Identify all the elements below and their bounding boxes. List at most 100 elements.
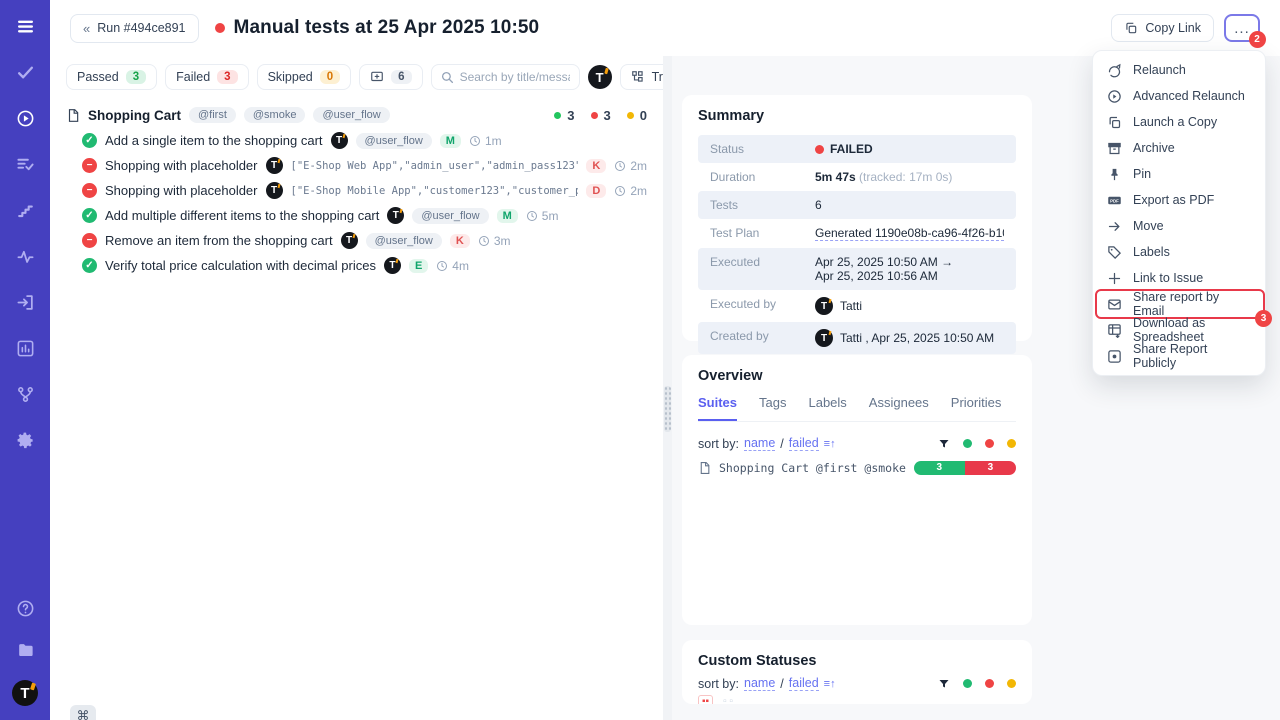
panel-splitter[interactable] [663,56,672,720]
tab-suites[interactable]: Suites [698,395,737,421]
executed-label: Executed [710,255,815,283]
jira-key-badge[interactable]: K [450,234,470,248]
sidebar-item-settings[interactable] [13,428,37,452]
passed-filter-dot[interactable] [963,679,972,688]
jira-key-badge[interactable]: E [409,259,428,273]
skipped-filter-dot[interactable] [1007,439,1016,448]
sidebar-item-steps[interactable] [13,198,37,222]
suite-file-icon [698,461,711,475]
filter-passed-chip[interactable]: Passed 3 [66,64,157,90]
tab-priorities[interactable]: Priorities [951,395,1002,421]
skipped-filter-dot[interactable] [1007,679,1016,688]
sidebar-item-analytics[interactable] [13,336,37,360]
menu-item-advanced-relaunch[interactable]: Advanced Relaunch [1093,83,1265,109]
menu-item-export-pdf[interactable]: PDF Export as PDF [1093,187,1265,213]
skipped-label: Skipped [268,70,313,84]
test-tag[interactable]: @user_flow [412,208,488,224]
filter-failed-chip[interactable]: Failed 3 [165,64,248,90]
test-row[interactable]: − Shopping with placeholder T ["E-Shop W… [66,153,647,178]
tab-tags[interactable]: Tags [759,395,786,421]
test-row[interactable]: − Remove an item from the shopping cart … [66,228,647,253]
command-shortcut-badge[interactable]: ⌘ [70,705,96,720]
back-to-run-button[interactable]: « Run #494ce891 [70,14,199,43]
failed-filter-dot[interactable] [985,679,994,688]
assignee-filter-avatar[interactable]: T [588,65,612,89]
filter-skipped-chip[interactable]: Skipped 0 [257,64,352,90]
user-avatar[interactable]: T [12,680,38,706]
summary-row-executed-by: Executed by TTatti [698,290,1016,322]
sidebar-item-tests[interactable] [13,60,37,84]
failed-dot [591,112,598,119]
sidebar-item-plans[interactable] [13,152,37,176]
passed-failed-bar[interactable]: 3 3 [914,461,1016,475]
search-input[interactable] [460,70,570,84]
help-icon[interactable] [13,596,37,620]
filter-funnel-icon[interactable] [938,438,950,450]
executed-by-value: Tatti [840,299,862,313]
menu-item-share-publicly[interactable]: Share Report Publicly [1093,343,1265,369]
sidebar-item-import[interactable] [13,290,37,314]
duration-value: 5m [542,209,559,223]
status-value: FAILED [815,142,873,156]
jira-key-badge[interactable]: M [440,134,461,148]
passed-filter-dot[interactable] [963,439,972,448]
overview-suite-link[interactable]: Shopping Cart @first @smoke … [719,461,906,475]
menu-item-launch-copy[interactable]: Launch a Copy [1093,109,1265,135]
menu-hamburger-icon[interactable] [13,14,37,38]
sort-by-name-link[interactable]: name [744,676,775,691]
jira-key-badge[interactable]: M [497,209,518,223]
summary-card: Summary Status FAILED Duration 5m 47s (t… [682,95,1032,341]
splitter-grip-handle[interactable] [664,386,671,432]
sidebar-item-runs[interactable] [13,106,37,130]
sidebar-item-branches[interactable] [13,382,37,406]
sort-asc-icon[interactable]: ≡↑ [824,438,836,450]
menu-item-pin[interactable]: Pin [1093,161,1265,187]
sidebar-item-pulse[interactable] [13,244,37,268]
menu-item-archive[interactable]: Archive [1093,135,1265,161]
test-title: Remove an item from the shopping cart [105,233,333,248]
test-tag[interactable]: @user_flow [366,233,442,249]
menu-item-move[interactable]: Move [1093,213,1265,239]
status-label: Status [710,142,815,156]
duration: 5m [526,209,559,223]
created-by-label: Created by [710,329,815,347]
test-row[interactable]: − Shopping with placeholder T ["E-Shop M… [66,178,647,203]
menu-item-link-issue[interactable]: Link to Issue [1093,265,1265,291]
suite-header[interactable]: Shopping Cart @first @smoke @user_flow 3… [66,102,647,128]
duration: 4m [436,259,469,273]
failed-filter-dot[interactable] [985,439,994,448]
menu-item-labels[interactable]: Labels [1093,239,1265,265]
test-row[interactable]: ✓ Add a single item to the shopping cart… [66,128,647,153]
projects-folder-icon[interactable] [13,638,37,662]
tutorial-step-badge-2: 2 [1249,31,1266,48]
menu-item-download-spreadsheet[interactable]: Download as Spreadsheet [1093,317,1265,343]
failed-minus-icon: − [82,183,97,198]
test-tag[interactable]: @user_flow [356,133,432,149]
menu-item-relaunch[interactable]: Relaunch [1093,57,1265,83]
suite-tag[interactable]: @smoke [244,107,306,123]
test-row[interactable]: ✓ Add multiple different items to the sh… [66,203,647,228]
menu-item-share-email[interactable]: Share report by Email 3 [1093,291,1265,317]
tab-labels[interactable]: Labels [808,395,846,421]
summary-row-testplan: Test Plan Generated 1190e08b-ca96-4f26-b… [698,219,1016,248]
mail-icon [1106,296,1122,312]
suite-tag[interactable]: @user_flow [313,107,389,123]
sort-by-failed-link[interactable]: failed [789,436,819,451]
jira-key-badge[interactable]: D [586,184,606,198]
jira-key-badge[interactable]: K [586,159,606,173]
tab-assignees[interactable]: Assignees [869,395,929,421]
filter-funnel-icon[interactable] [938,678,950,690]
test-plan-link[interactable]: Generated 1190e08b-ca96-4f26-b10f-d6dc… [815,226,1004,241]
more-actions-button[interactable]: ... 2 [1224,14,1260,42]
sort-by-failed-link[interactable]: failed [789,676,819,691]
menu-item-label: Share report by Email [1133,290,1252,318]
sort-asc-icon[interactable]: ≡↑ [824,678,836,690]
menu-item-label: Pin [1133,167,1151,181]
duration-value: 2m [630,184,647,198]
filter-comments-chip[interactable]: 6 [359,64,422,90]
sort-by-name-link[interactable]: name [744,436,775,451]
passed-check-icon: ✓ [82,208,97,223]
suite-tag[interactable]: @first [189,107,236,123]
copy-link-button[interactable]: Copy Link [1111,14,1214,42]
test-row[interactable]: ✓ Verify total price calculation with de… [66,253,647,278]
